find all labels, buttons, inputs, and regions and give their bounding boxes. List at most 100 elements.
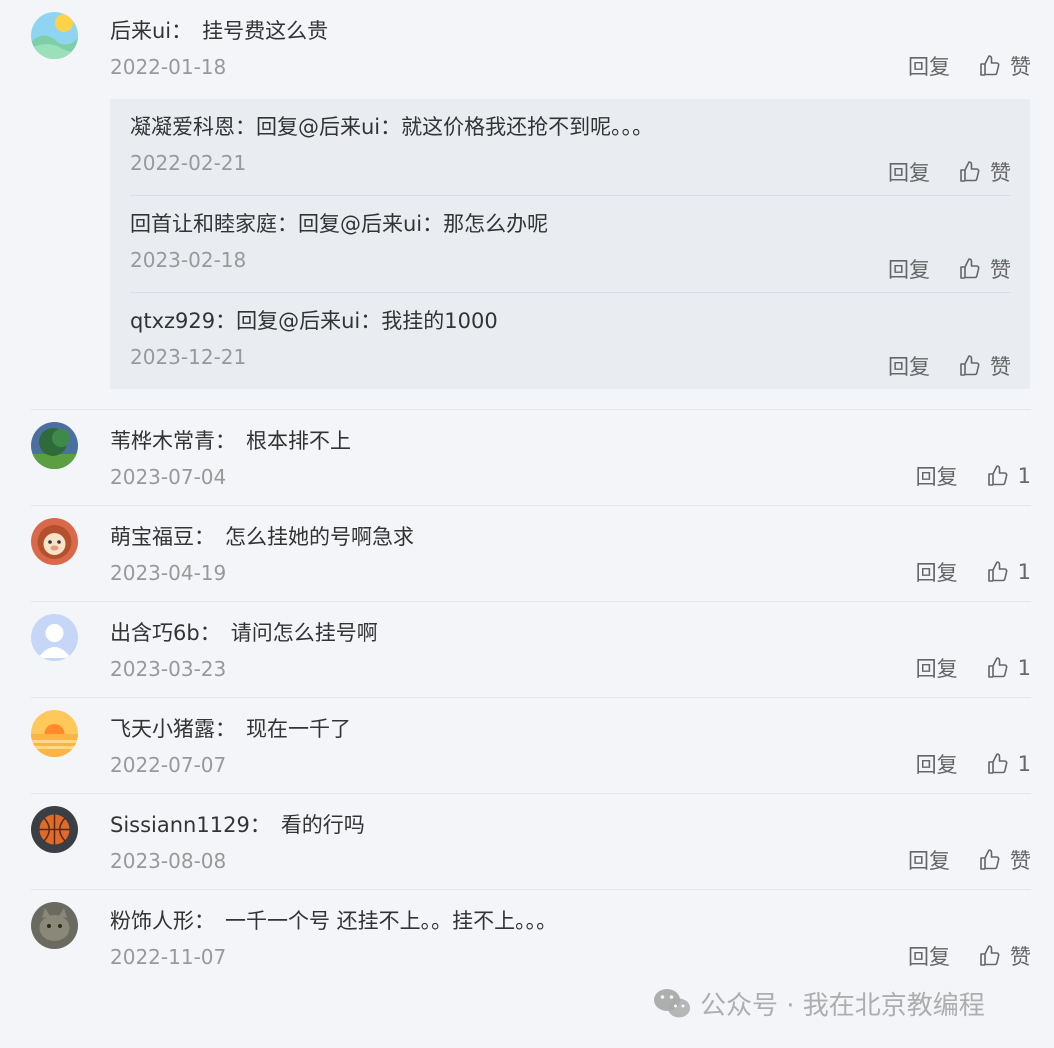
reply-content: 回复@后来ui：就这价格我还抢不到呢。。。 — [256, 115, 654, 139]
reply-button[interactable]: 回复 — [888, 157, 930, 187]
comment-username[interactable]: 苇桦木常青 — [110, 429, 215, 453]
comment-text: 苇桦木常青： 根本排不上 — [110, 429, 351, 453]
comment-text: 萌宝福豆： 怎么挂她的号啊急求 — [110, 525, 414, 549]
avatar[interactable] — [31, 518, 78, 565]
reply-content: 回复@后来ui：那怎么办呢 — [298, 212, 549, 236]
thumbs-up-icon — [987, 753, 1008, 774]
comment-text: 粉饰人形： 一千一个号 还挂不上。。挂不上。。。 — [110, 909, 558, 933]
reply-text: 回首让和睦家庭：回复@后来ui：那怎么办呢 — [130, 212, 549, 236]
reply-item: qtxz929：回复@后来ui：我挂的1000 2023-12-21 回复 赞 — [130, 293, 1011, 389]
thumbs-up-icon — [980, 849, 1000, 870]
reply-username[interactable]: qtxz929 — [130, 309, 215, 333]
wechat-icon — [654, 988, 690, 1017]
comment-text: 后来ui： 挂号费这么贵 — [110, 19, 329, 43]
reply-date: 2023-12-21 — [130, 345, 247, 369]
comment-date: 2023-04-19 — [110, 561, 227, 585]
thumbs-up-icon — [960, 355, 980, 376]
reply-username[interactable]: 回首让和睦家庭 — [130, 212, 277, 236]
comment-username[interactable]: 粉饰人形 — [110, 909, 194, 933]
comment-text: 飞天小猪露： 现在一千了 — [110, 717, 351, 741]
comment-content: 根本排不上 — [246, 429, 351, 453]
thumbs-up-icon — [980, 945, 1000, 966]
like-count: 赞 — [990, 161, 1011, 185]
like-button[interactable]: 赞 — [978, 845, 1031, 875]
reply-date: 2022-02-21 — [130, 151, 247, 175]
reply-button[interactable]: 回复 — [916, 461, 958, 491]
like-button[interactable]: 1 — [986, 464, 1031, 488]
reply-thread: 凝凝爱科恩：回复@后来ui：就这价格我还抢不到呢。。。 2022-02-21 回… — [110, 99, 1030, 389]
avatar[interactable] — [31, 12, 78, 59]
reply-text: qtxz929：回复@后来ui：我挂的1000 — [130, 309, 498, 333]
comment-item: 后来ui： 挂号费这么贵 2022-01-18 回复 赞 凝凝爱科恩：回复@后来u… — [31, 0, 1031, 410]
like-count: 1 — [1017, 752, 1031, 776]
reply-item: 凝凝爱科恩：回复@后来ui：就这价格我还抢不到呢。。。 2022-02-21 回… — [130, 99, 1011, 195]
like-count: 1 — [1017, 464, 1031, 488]
reply-text: 凝凝爱科恩：回复@后来ui：就这价格我还抢不到呢。。。 — [130, 115, 654, 139]
like-count: 赞 — [1010, 55, 1031, 79]
reply-content: 回复@后来ui：我挂的1000 — [236, 309, 498, 333]
comment-content: 一千一个号 还挂不上。。挂不上。。。 — [225, 909, 558, 933]
like-count: 赞 — [990, 258, 1011, 282]
comment-item: 出含巧6b： 请问怎么挂号啊 2023-03-23 回复 1 — [31, 602, 1031, 698]
watermark-text: 公众号 · 我在北京教编程 — [700, 991, 985, 1021]
comment-text: 出含巧6b： 请问怎么挂号啊 — [110, 621, 378, 645]
like-count: 1 — [1017, 560, 1031, 584]
reply-button[interactable]: 回复 — [916, 653, 958, 683]
reply-item: 回首让和睦家庭：回复@后来ui：那怎么办呢 2023-02-18 回复 赞 — [130, 196, 1011, 292]
comment-content: 怎么挂她的号啊急求 — [225, 525, 414, 549]
comment-content: 挂号费这么贵 — [202, 19, 329, 43]
reply-button[interactable]: 回复 — [908, 845, 950, 875]
like-count: 赞 — [1010, 849, 1031, 873]
comment-date: 2023-03-23 — [110, 657, 227, 681]
avatar[interactable] — [31, 422, 78, 469]
thumbs-up-icon — [980, 55, 1000, 76]
reply-username[interactable]: 凝凝爱科恩 — [130, 115, 235, 139]
avatar[interactable] — [31, 806, 78, 853]
comment-date: 2022-11-07 — [110, 945, 227, 969]
reply-button[interactable]: 回复 — [888, 254, 930, 284]
like-count: 1 — [1017, 656, 1031, 680]
avatar[interactable] — [31, 614, 78, 661]
like-button[interactable]: 赞 — [958, 157, 1011, 187]
avatar[interactable] — [31, 902, 78, 949]
like-button[interactable]: 赞 — [978, 51, 1031, 81]
comment-date: 2022-07-07 — [110, 753, 227, 777]
watermark: 公众号 · 我在北京教编程 — [652, 985, 985, 1022]
comment-item: 飞天小猪露： 现在一千了 2022-07-07 回复 1 — [31, 698, 1031, 794]
like-button[interactable]: 赞 — [958, 351, 1011, 381]
reply-date: 2023-02-18 — [130, 248, 247, 272]
thumbs-up-icon — [960, 161, 980, 182]
comment-item: 粉饰人形： 一千一个号 还挂不上。。挂不上。。。 2022-11-07 回复 赞 — [31, 890, 1031, 985]
comment-content: 现在一千了 — [246, 717, 351, 741]
reply-button[interactable]: 回复 — [908, 941, 950, 971]
like-button[interactable]: 赞 — [958, 254, 1011, 284]
thumbs-up-icon — [987, 561, 1008, 582]
like-count: 赞 — [990, 355, 1011, 379]
thumbs-up-icon — [960, 258, 980, 279]
reply-button[interactable]: 回复 — [908, 51, 950, 81]
comment-username[interactable]: Sissiann1129 — [110, 813, 250, 837]
comment-item: 萌宝福豆： 怎么挂她的号啊急求 2023-04-19 回复 1 — [31, 506, 1031, 602]
comment-item: 苇桦木常青： 根本排不上 2023-07-04 回复 1 — [31, 410, 1031, 506]
comment-content: 看的行吗 — [280, 813, 365, 837]
reply-button[interactable]: 回复 — [888, 351, 930, 381]
reply-button[interactable]: 回复 — [916, 749, 958, 779]
like-button[interactable]: 1 — [986, 752, 1031, 776]
comment-username[interactable]: 后来ui — [110, 19, 171, 43]
comment-username[interactable]: 萌宝福豆 — [110, 525, 194, 549]
comment-date: 2022-01-18 — [110, 55, 227, 79]
comment-content: 请问怎么挂号啊 — [230, 621, 378, 645]
comment-username[interactable]: 飞天小猪露 — [110, 717, 215, 741]
comment-item: Sissiann1129： 看的行吗 2023-08-08 回复 赞 — [31, 794, 1031, 890]
comment-text: Sissiann1129： 看的行吗 — [110, 813, 365, 837]
like-button[interactable]: 1 — [986, 656, 1031, 680]
avatar[interactable] — [31, 710, 78, 757]
comment-date: 2023-07-04 — [110, 465, 227, 489]
comment-username[interactable]: 出含巧6b — [110, 621, 200, 645]
comment-list: 后来ui： 挂号费这么贵 2022-01-18 回复 赞 凝凝爱科恩：回复@后来u… — [0, 0, 1054, 985]
reply-button[interactable]: 回复 — [916, 557, 958, 587]
like-button[interactable]: 赞 — [978, 941, 1031, 971]
like-button[interactable]: 1 — [986, 560, 1031, 584]
like-count: 赞 — [1010, 945, 1031, 969]
thumbs-up-icon — [987, 657, 1008, 678]
